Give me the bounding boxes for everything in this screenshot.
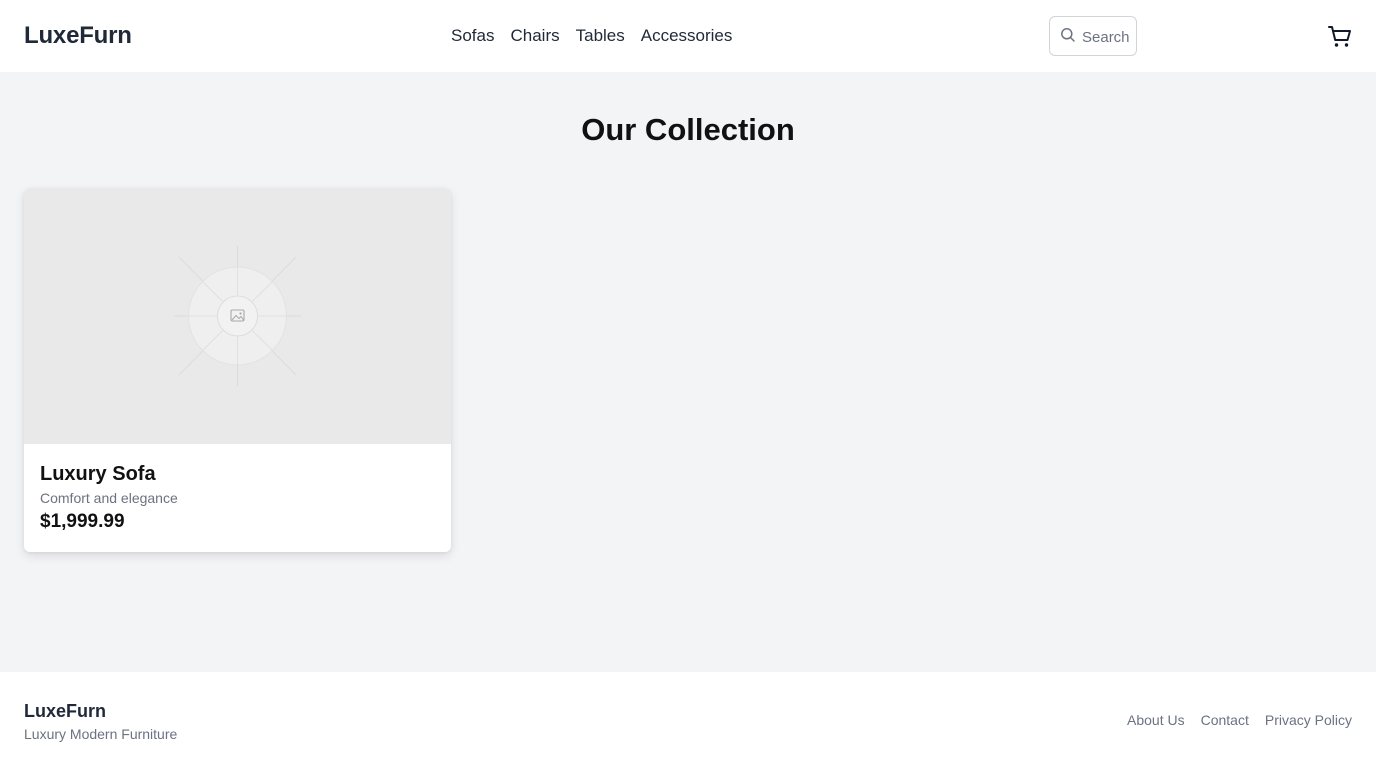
site-logo[interactable]: LuxeFurn xyxy=(24,20,132,52)
footer-link-privacy-policy[interactable]: Privacy Policy xyxy=(1265,711,1352,729)
nav-link-chairs[interactable]: Chairs xyxy=(510,24,559,48)
site-header: LuxeFurn Sofas Chairs Tables Accessories xyxy=(0,0,1376,72)
product-price: $1,999.99 xyxy=(40,511,125,532)
nav-link-tables[interactable]: Tables xyxy=(576,24,625,48)
image-placeholder-icon xyxy=(174,246,301,386)
nav-link-accessories[interactable]: Accessories xyxy=(641,24,733,48)
cart-icon[interactable] xyxy=(1327,24,1353,50)
search-box[interactable] xyxy=(1049,16,1137,56)
footer-link-about-us[interactable]: About Us xyxy=(1127,711,1185,729)
search-icon xyxy=(1061,28,1075,42)
nav-link-sofas[interactable]: Sofas xyxy=(451,24,494,48)
footer-link-contact[interactable]: Contact xyxy=(1201,711,1249,729)
footer-links: About Us Contact Privacy Policy xyxy=(1127,711,1352,729)
site-footer: LuxeFurn Luxury Modern Furniture About U… xyxy=(0,672,1376,768)
product-card[interactable]: Luxury Sofa Comfort and elegance $1,999.… xyxy=(24,188,451,552)
product-name: Luxury Sofa xyxy=(40,463,156,485)
page-title: Our Collection xyxy=(581,112,795,147)
product-image xyxy=(24,188,451,444)
footer-tagline: Luxury Modern Furniture xyxy=(24,726,178,742)
footer-logo: LuxeFurn xyxy=(24,701,107,721)
main-nav: Sofas Chairs Tables Accessories xyxy=(451,24,732,48)
product-description: Comfort and elegance xyxy=(40,490,178,506)
search-input[interactable] xyxy=(1082,26,1130,48)
